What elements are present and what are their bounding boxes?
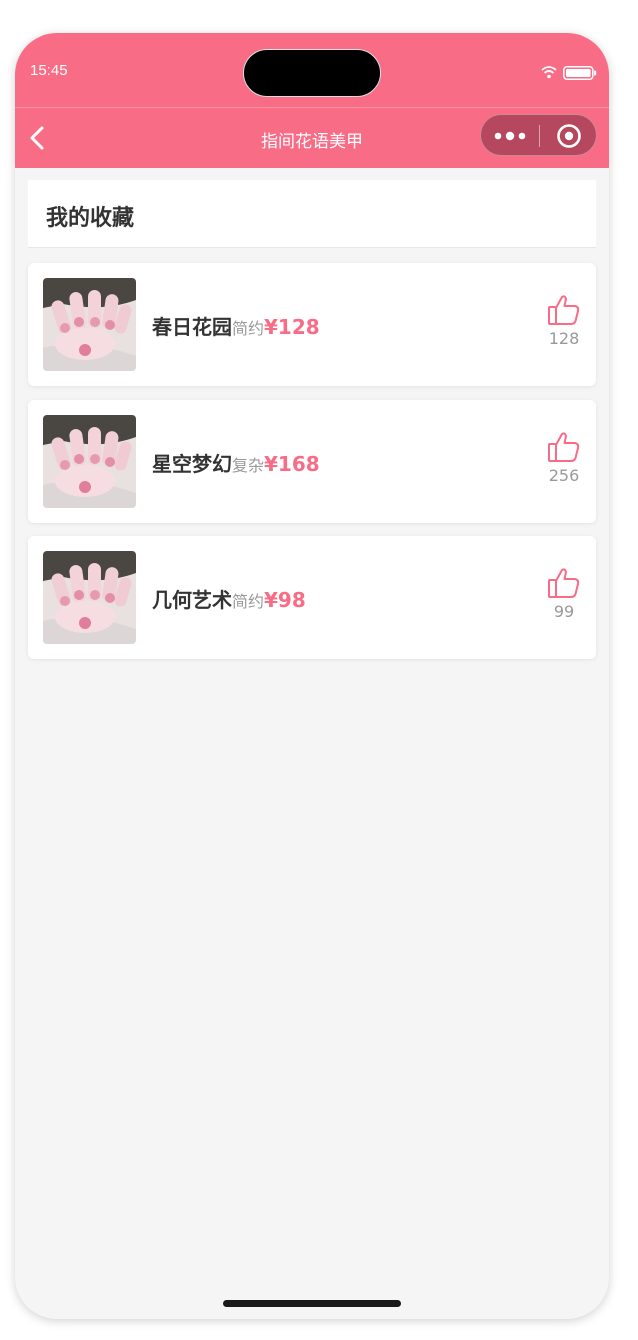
like-button[interactable]: 256 bbox=[546, 430, 582, 485]
wifi-icon bbox=[541, 66, 557, 79]
like-count: 256 bbox=[548, 466, 580, 485]
mini-program-capsule bbox=[480, 114, 597, 156]
like-button[interactable]: 128 bbox=[546, 293, 582, 348]
phone-frame: 15:45 指间花语美甲 我的收藏 春日花园简约¥128 128 星空梦幻复杂¥… bbox=[15, 33, 609, 1319]
item-style-tag: 简约 bbox=[232, 592, 265, 611]
target-close-icon[interactable] bbox=[556, 123, 582, 149]
like-count: 128 bbox=[548, 329, 580, 348]
nav-divider bbox=[15, 107, 609, 108]
item-price: ¥98 bbox=[264, 588, 306, 612]
top-header: 15:45 指间花语美甲 bbox=[15, 33, 609, 168]
item-price: ¥168 bbox=[264, 452, 320, 476]
back-button[interactable] bbox=[25, 123, 49, 153]
thumbs-up-icon[interactable] bbox=[547, 566, 581, 600]
home-indicator[interactable] bbox=[223, 1300, 401, 1307]
item-info: 几何艺术简约¥98 bbox=[152, 584, 306, 613]
item-style-tag: 简约 bbox=[232, 319, 265, 338]
battery-icon bbox=[563, 66, 597, 80]
item-price: ¥128 bbox=[264, 315, 320, 339]
item-name: 春日花园 bbox=[152, 315, 232, 339]
item-style-tag: 复杂 bbox=[232, 456, 265, 475]
like-count: 99 bbox=[553, 602, 575, 621]
thumbs-up-icon[interactable] bbox=[547, 430, 581, 464]
section-title: 我的收藏 bbox=[46, 206, 135, 231]
favorite-card[interactable]: 星空梦幻复杂¥168 256 bbox=[28, 400, 596, 523]
thumbs-up-icon[interactable] bbox=[547, 293, 581, 327]
section-header: 我的收藏 bbox=[28, 180, 596, 248]
page-title: 指间花语美甲 bbox=[261, 132, 363, 152]
favorite-card[interactable]: 几何艺术简约¥98 99 bbox=[28, 536, 596, 659]
nail-thumbnail bbox=[43, 551, 136, 644]
capsule-separator bbox=[539, 125, 540, 147]
favorite-card[interactable]: 春日花园简约¥128 128 bbox=[28, 263, 596, 386]
item-name: 几何艺术 bbox=[152, 588, 232, 612]
item-name: 星空梦幻 bbox=[152, 452, 232, 476]
dynamic-island bbox=[243, 49, 381, 97]
like-button[interactable]: 99 bbox=[546, 566, 582, 621]
status-time: 15:45 bbox=[30, 62, 68, 79]
item-info: 春日花园简约¥128 bbox=[152, 311, 320, 340]
nail-thumbnail bbox=[43, 415, 136, 508]
more-dots-icon[interactable] bbox=[493, 126, 527, 146]
item-info: 星空梦幻复杂¥168 bbox=[152, 448, 320, 477]
nail-thumbnail bbox=[43, 278, 136, 371]
